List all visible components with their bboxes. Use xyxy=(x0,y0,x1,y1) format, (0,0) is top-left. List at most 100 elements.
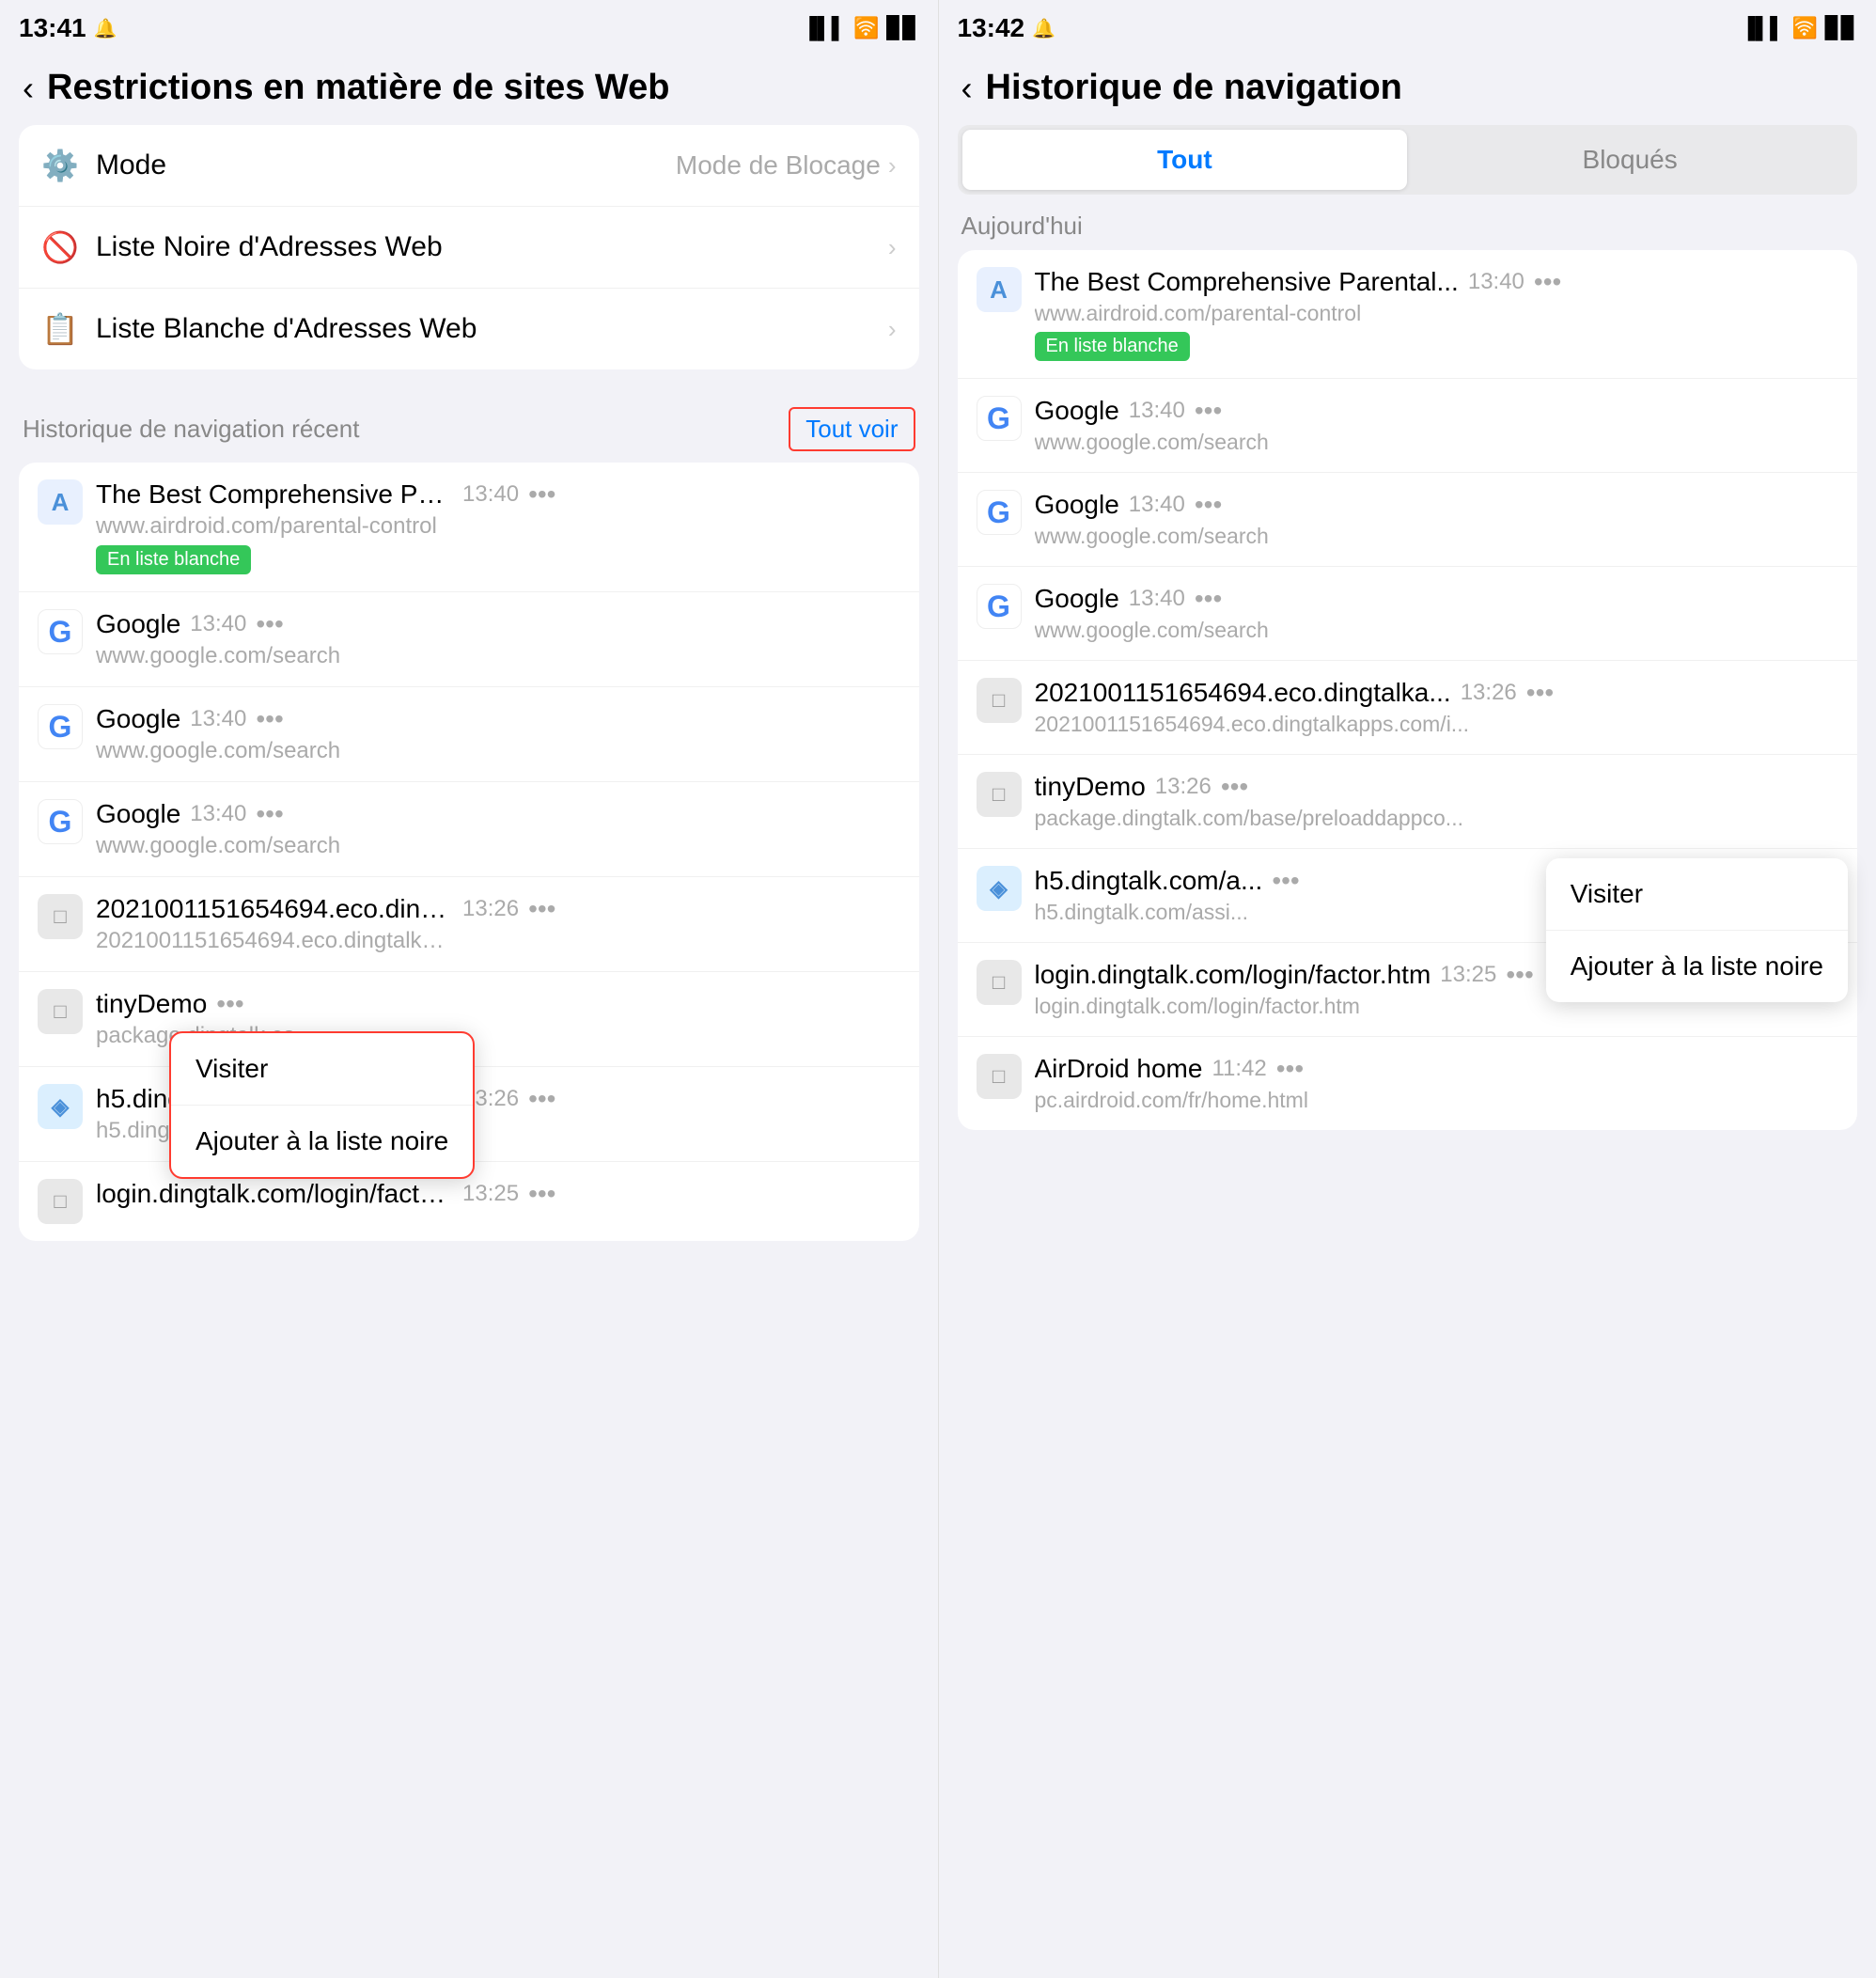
right-history-item-6[interactable]: ◈ h5.dingtalk.com/a... ••• h5.dingtalk.c… xyxy=(958,849,1858,943)
right-history-time-5: 13:26 xyxy=(1155,774,1212,800)
right-history-title-0: The Best Comprehensive Parental... xyxy=(1035,267,1459,297)
right-more-btn-3[interactable]: ••• xyxy=(1185,584,1222,614)
right-history-item-4[interactable]: □ 2021001151654694.eco.dingtalka... 13:2… xyxy=(958,661,1858,755)
left-status-icons: ▐▌▌ 🛜 ▊▊ xyxy=(802,16,918,40)
right-history-time-8: 11:42 xyxy=(1212,1056,1266,1082)
left-history-card: A The Best Comprehensive Parental... 13:… xyxy=(19,463,919,1241)
left-more-btn-7[interactable]: ••• xyxy=(519,1179,555,1209)
left-history-meta-4: 2021001151654694.eco.dingtalka... 13:26 … xyxy=(96,894,900,924)
right-history-item-1[interactable]: G Google 13:40 ••• www.google.com/search xyxy=(958,379,1858,473)
right-meta-5: tinyDemo 13:26 ••• xyxy=(1035,772,1839,802)
tab-bloques[interactable]: Bloqués xyxy=(1407,130,1853,190)
left-more-btn-6[interactable]: ••• xyxy=(519,1084,555,1114)
left-page-header: ‹ Restrictions en matière de sites Web xyxy=(0,51,938,125)
right-meta-2: Google 13:40 ••• xyxy=(1035,490,1839,520)
left-site-icon-7: □ xyxy=(38,1179,83,1224)
right-context-menu-visit[interactable]: Visiter xyxy=(1546,858,1848,931)
left-more-btn-1[interactable]: ••• xyxy=(246,609,283,639)
right-site-icon-3: G xyxy=(977,584,1022,629)
right-history-title-4: 2021001151654694.eco.dingtalka... xyxy=(1035,678,1451,708)
right-history-item-5[interactable]: □ tinyDemo 13:26 ••• package.dingtalk.co… xyxy=(958,755,1858,849)
right-more-btn-7[interactable]: ••• xyxy=(1496,960,1533,990)
whitelist-icon: 📋 xyxy=(41,311,79,347)
right-site-icon-7: □ xyxy=(977,960,1022,1005)
left-back-button[interactable]: ‹ xyxy=(23,69,34,108)
right-history-title-8: AirDroid home xyxy=(1035,1054,1203,1084)
right-history-url-1: www.google.com/search xyxy=(1035,430,1524,455)
tab-tout[interactable]: Tout xyxy=(962,130,1408,190)
right-site-icon-8: □ xyxy=(977,1054,1022,1099)
left-status-bar: 13:41 🔔 ▐▌▌ 🛜 ▊▊ xyxy=(0,0,938,51)
right-site-icon-6: ◈ xyxy=(977,866,1022,911)
right-more-btn-8[interactable]: ••• xyxy=(1267,1054,1304,1084)
whitelist-label: Liste Blanche d'Adresses Web xyxy=(96,313,888,345)
left-status-time: 13:41 xyxy=(19,13,86,43)
right-tab-bar: Tout Bloqués xyxy=(958,125,1858,195)
left-more-btn-0[interactable]: ••• xyxy=(519,479,555,510)
left-signal-icon: ▐▌▌ xyxy=(802,16,846,40)
right-more-btn-4[interactable]: ••• xyxy=(1517,678,1554,708)
left-history-meta-7: login.dingtalk.com/login/factor.htm 13:2… xyxy=(96,1179,900,1209)
right-meta-0: The Best Comprehensive Parental... 13:40… xyxy=(1035,267,1839,297)
left-site-icon-4: □ xyxy=(38,894,83,939)
left-more-btn-3[interactable]: ••• xyxy=(246,799,283,829)
right-history-item-0[interactable]: A The Best Comprehensive Parental... 13:… xyxy=(958,250,1858,379)
left-history-section-title: Historique de navigation récent xyxy=(23,415,789,444)
left-history-url-4: 2021001151654694.eco.dingtalkapps.com/i.… xyxy=(96,928,453,954)
right-history-item-2[interactable]: G Google 13:40 ••• www.google.com/search xyxy=(958,473,1858,567)
right-context-menu: Visiter Ajouter à la liste noire xyxy=(1546,858,1848,1002)
right-history-time-7: 13:25 xyxy=(1440,962,1496,988)
right-more-btn-5[interactable]: ••• xyxy=(1212,772,1248,802)
left-context-menu-visit[interactable]: Visiter xyxy=(171,1033,473,1106)
right-back-button[interactable]: ‹ xyxy=(961,69,973,108)
right-signal-icon: ▐▌▌ xyxy=(1741,16,1785,40)
left-history-url-2: www.google.com/search xyxy=(96,738,453,764)
mode-chevron: › xyxy=(888,151,897,181)
right-context-menu-blacklist[interactable]: Ajouter à la liste noire xyxy=(1546,931,1848,1002)
right-more-btn-2[interactable]: ••• xyxy=(1185,490,1222,520)
left-history-meta-1: Google 13:40 ••• xyxy=(96,609,900,639)
left-history-info-2: Google 13:40 ••• www.google.com/search xyxy=(96,704,900,764)
left-history-info-1: Google 13:40 ••• www.google.com/search xyxy=(96,609,900,669)
right-history-info-1: Google 13:40 ••• www.google.com/search xyxy=(1035,396,1839,455)
left-history-item-4[interactable]: □ 2021001151654694.eco.dingtalka... 13:2… xyxy=(19,877,919,972)
left-history-meta-5: tinyDemo ••• xyxy=(96,989,900,1019)
settings-row-blacklist[interactable]: 🚫 Liste Noire d'Adresses Web › xyxy=(19,207,919,289)
settings-row-whitelist[interactable]: 📋 Liste Blanche d'Adresses Web › xyxy=(19,289,919,369)
right-history-time-0: 13:40 xyxy=(1468,269,1524,295)
left-more-btn-4[interactable]: ••• xyxy=(519,894,555,924)
left-context-menu-blacklist[interactable]: Ajouter à la liste noire xyxy=(171,1106,473,1177)
left-history-see-all-link[interactable]: Tout voir xyxy=(789,407,915,451)
left-more-btn-2[interactable]: ••• xyxy=(246,704,283,734)
left-history-title-1: Google xyxy=(96,609,180,639)
right-history-url-0: www.airdroid.com/parental-control xyxy=(1035,301,1524,326)
whitelist-chevron: › xyxy=(888,315,897,344)
right-wifi-icon: 🛜 xyxy=(1792,16,1818,40)
right-history-url-2: www.google.com/search xyxy=(1035,524,1524,549)
right-site-icon-2: G xyxy=(977,490,1022,535)
left-history-meta-2: Google 13:40 ••• xyxy=(96,704,900,734)
right-meta-3: Google 13:40 ••• xyxy=(1035,584,1839,614)
right-more-btn-6[interactable]: ••• xyxy=(1262,866,1299,896)
right-history-item-8[interactable]: □ AirDroid home 11:42 ••• pc.airdroid.co… xyxy=(958,1037,1858,1130)
left-history-time-0: 13:40 xyxy=(462,481,519,508)
left-history-time-3: 13:40 xyxy=(190,801,246,827)
settings-row-mode[interactable]: ⚙️ Mode Mode de Blocage › xyxy=(19,125,919,207)
right-history-title-3: Google xyxy=(1035,584,1119,614)
left-history-item-1[interactable]: G Google 13:40 ••• www.google.com/search xyxy=(19,592,919,687)
right-history-info-5: tinyDemo 13:26 ••• package.dingtalk.com/… xyxy=(1035,772,1839,831)
left-history-item-2[interactable]: G Google 13:40 ••• www.google.com/search xyxy=(19,687,919,782)
left-badge-0: En liste blanche xyxy=(96,545,251,574)
right-history-item-3[interactable]: G Google 13:40 ••• www.google.com/search xyxy=(958,567,1858,661)
left-context-menu: Visiter Ajouter à la liste noire xyxy=(169,1031,475,1179)
left-history-meta-3: Google 13:40 ••• xyxy=(96,799,900,829)
right-status-icons: ▐▌▌ 🛜 ▊▊ xyxy=(1741,16,1857,40)
right-history-info-3: Google 13:40 ••• www.google.com/search xyxy=(1035,584,1839,643)
right-more-btn-1[interactable]: ••• xyxy=(1185,396,1222,426)
left-history-item-3[interactable]: G Google 13:40 ••• www.google.com/search xyxy=(19,782,919,877)
left-more-btn-5[interactable]: ••• xyxy=(207,989,243,1019)
right-more-btn-0[interactable]: ••• xyxy=(1524,267,1561,297)
left-history-item-5[interactable]: □ tinyDemo ••• package.dingtalk.co Visit… xyxy=(19,972,919,1067)
right-status-time: 13:42 xyxy=(958,13,1025,43)
left-history-item-0[interactable]: A The Best Comprehensive Parental... 13:… xyxy=(19,463,919,592)
